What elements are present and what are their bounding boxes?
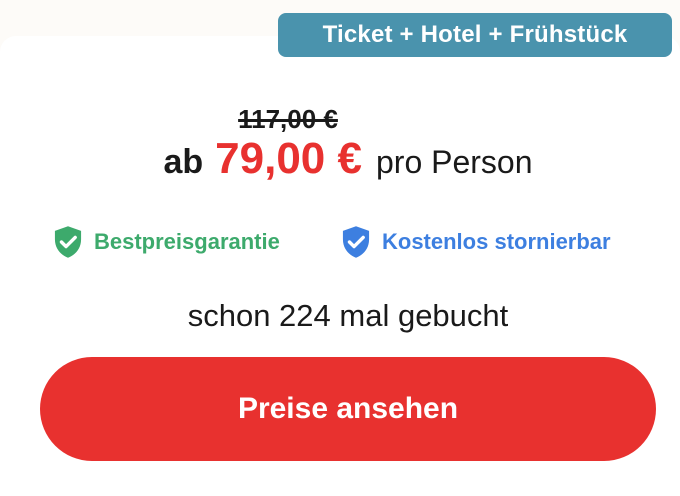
booking-count: schon 224 mal gebucht bbox=[187, 298, 509, 333]
old-price: 117,00 € bbox=[238, 104, 338, 134]
price-prefix: ab bbox=[163, 143, 204, 181]
current-price: 79,00 € bbox=[215, 134, 362, 183]
feature-best-price: Bestpreisgarantie bbox=[52, 224, 280, 260]
shield-check-icon bbox=[342, 226, 370, 258]
price-suffix: pro Person bbox=[375, 144, 533, 180]
shield-check-icon bbox=[54, 226, 82, 258]
package-badge: Ticket + Hotel + Frühstück bbox=[278, 13, 672, 57]
feature-label: Bestpreisgarantie bbox=[94, 229, 280, 254]
view-prices-button[interactable]: Preise ansehen bbox=[40, 357, 656, 461]
feature-label: Kostenlos stornierbar bbox=[382, 229, 611, 254]
price-row: ab 79,00 € pro Person bbox=[0, 134, 680, 184]
feature-free-cancellation: Kostenlos stornierbar bbox=[340, 224, 611, 260]
